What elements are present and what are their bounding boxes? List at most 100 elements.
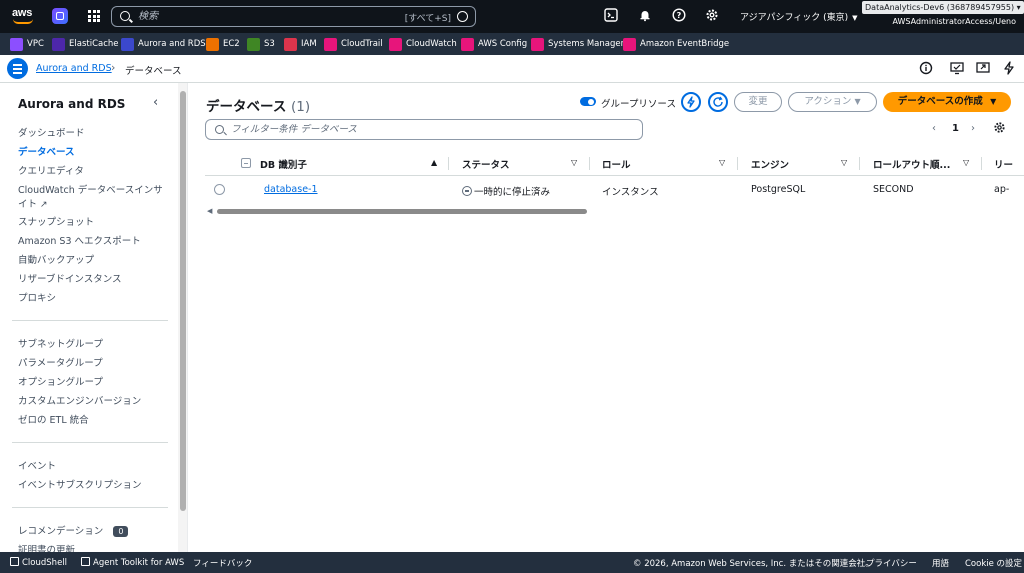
favorite-systems-manager[interactable]: Systems Manager: [531, 37, 624, 51]
scroll-left-icon[interactable]: ◀: [207, 207, 212, 215]
sidebar-item-recommendations[interactable]: レコメンデーション 0: [18, 523, 129, 537]
sidebar-item-snapshots[interactable]: スナップショット: [18, 214, 94, 228]
lightning-icon[interactable]: [1002, 61, 1016, 75]
db-identifier-link[interactable]: database-1: [264, 184, 318, 195]
horizontal-scroll-thumb[interactable]: [217, 209, 587, 214]
monitor-icon[interactable]: [950, 61, 964, 75]
sidebar-item-parameter-groups[interactable]: パラメータグループ: [18, 355, 103, 369]
amazon-q-icon[interactable]: [52, 8, 68, 24]
favorite-vpc[interactable]: VPC: [10, 37, 44, 51]
region-selector[interactable]: アジアパシフィック (東京) ▼: [740, 10, 858, 23]
cloudshell-footer-button[interactable]: CloudShell: [10, 557, 67, 568]
agent-toolkit-button[interactable]: Agent Toolkit for AWS: [81, 557, 184, 568]
sidebar-item-dashboard[interactable]: ダッシュボード: [18, 125, 85, 139]
cookie-settings-link[interactable]: Cookie の設定: [965, 557, 1022, 569]
favorite-eventbridge[interactable]: Amazon EventBridge: [623, 37, 729, 51]
favorite-elasticache[interactable]: ElastiCache: [52, 37, 119, 51]
favorite-cloudwatch[interactable]: CloudWatch: [389, 37, 457, 51]
vpc-icon: [10, 37, 23, 51]
aws-logo[interactable]: aws: [12, 7, 34, 25]
eventbridge-icon: [623, 37, 636, 51]
cloudshell-icon[interactable]: [603, 8, 619, 24]
sidebar-scrollbar[interactable]: [178, 83, 187, 552]
column-header-role[interactable]: ロール: [602, 157, 631, 171]
sidebar-item-zero-etl[interactable]: ゼロの ETL 統合: [18, 412, 89, 426]
side-nav-toggle[interactable]: [7, 58, 28, 79]
services-grid-icon[interactable]: [88, 10, 100, 22]
actions-button[interactable]: アクション ▼: [788, 92, 877, 112]
feedback-link[interactable]: フィードバック: [193, 557, 252, 569]
lightning-action-button[interactable]: [681, 92, 701, 112]
breadcrumb-bar: Aurora and RDS › データベース: [0, 55, 1024, 83]
terms-link[interactable]: 用語: [932, 557, 949, 569]
prev-page-icon[interactable]: ‹: [932, 123, 936, 134]
refresh-button[interactable]: [708, 92, 728, 112]
create-database-button[interactable]: データベースの作成 ▼: [883, 92, 1011, 112]
favorite-aws-config[interactable]: AWS Config: [461, 37, 527, 51]
group-resources-label: グループリソース: [601, 99, 676, 110]
column-divider[interactable]: [448, 157, 449, 170]
sort-ascending-icon[interactable]: ▲: [431, 158, 437, 167]
column-divider[interactable]: [859, 157, 860, 170]
status-text: 一時的に停止済み: [474, 187, 551, 198]
sidebar-item-reserved-instances[interactable]: リザーブドインスタンス: [18, 271, 122, 285]
column-header-region[interactable]: リー: [994, 157, 1013, 171]
next-page-icon[interactable]: ›: [971, 123, 975, 134]
sidebar-item-automated-backups[interactable]: 自動バックアップ: [18, 252, 94, 266]
favorite-aurora-rds[interactable]: Aurora and RDS: [121, 37, 206, 51]
filter-input[interactable]: [231, 123, 631, 136]
column-divider[interactable]: [737, 157, 738, 170]
page-title: データベース (1): [206, 95, 310, 115]
sidebar-item-query-editor[interactable]: クエリエディタ: [18, 163, 84, 177]
favorite-s3[interactable]: S3: [247, 37, 275, 51]
bell-icon[interactable]: [637, 8, 653, 24]
table-settings-icon[interactable]: [993, 121, 1007, 135]
info-icon[interactable]: [919, 61, 933, 75]
sort-icon[interactable]: ▽: [841, 158, 847, 167]
sidebar-item-proxies[interactable]: プロキシ: [18, 290, 56, 304]
account-menu[interactable]: DataAnalytics-Dev6 (368789457955) ▾: [862, 1, 1024, 14]
select-all-checkbox[interactable]: [241, 158, 251, 168]
favorite-iam[interactable]: IAM: [284, 37, 317, 51]
sidebar-item-databases[interactable]: データベース: [18, 144, 75, 158]
privacy-link[interactable]: プライバシー: [866, 557, 917, 569]
sidebar-item-cloudwatch-insights-cont[interactable]: イト ↗: [18, 196, 48, 210]
table-row[interactable]: database-1 一時的に停止済み インスタンス PostgreSQL SE…: [205, 176, 1024, 203]
settings-icon[interactable]: [704, 8, 720, 24]
column-header-db-id[interactable]: DB 識別子: [260, 157, 307, 171]
column-header-engine[interactable]: エンジン: [751, 157, 789, 171]
page-number[interactable]: 1: [952, 123, 959, 134]
sidebar-scroll-thumb[interactable]: [180, 91, 186, 511]
column-divider[interactable]: [981, 157, 982, 170]
sidebar-item-event-subscriptions[interactable]: イベントサブスクリプション: [18, 477, 142, 491]
search-clear-icon[interactable]: [457, 11, 468, 22]
sort-icon[interactable]: ▽: [963, 158, 969, 167]
sidebar-item-custom-engine-versions[interactable]: カスタムエンジンバージョン: [18, 393, 141, 407]
modify-button[interactable]: 変更: [734, 92, 782, 112]
filter-box[interactable]: [205, 119, 643, 140]
side-nav-title[interactable]: Aurora and RDS: [18, 97, 125, 111]
favorite-cloudtrail[interactable]: CloudTrail: [324, 37, 383, 51]
column-header-status[interactable]: ステータス: [462, 157, 510, 171]
global-search[interactable]: [すべて+S]: [111, 6, 476, 27]
help-icon[interactable]: ?: [671, 8, 687, 24]
sort-icon[interactable]: ▽: [719, 158, 725, 167]
sidebar-item-events[interactable]: イベント: [18, 458, 56, 472]
favorite-ec2[interactable]: EC2: [206, 37, 240, 51]
sort-icon[interactable]: ▽: [571, 158, 577, 167]
table-horizontal-scrollbar[interactable]: ◀: [205, 207, 591, 215]
sidebar-item-cloudwatch-insights[interactable]: CloudWatch データベースインサ: [18, 182, 163, 196]
group-resources-toggle[interactable]: [580, 97, 596, 106]
search-input[interactable]: [138, 9, 408, 24]
sidebar-item-subnet-groups[interactable]: サブネットグループ: [18, 336, 103, 350]
column-divider[interactable]: [589, 157, 590, 170]
side-nav-close-icon[interactable]: ‹: [153, 95, 158, 110]
column-header-rollout[interactable]: ロールアウト順...: [873, 157, 950, 171]
row-select-radio[interactable]: [214, 184, 225, 195]
screen-share-icon[interactable]: [976, 61, 990, 75]
sidebar-item-option-groups[interactable]: オプショングループ: [18, 374, 103, 388]
actions-label: アクション: [804, 96, 852, 107]
sidebar-item-certificate-update[interactable]: 証明書の更新: [18, 542, 75, 552]
sidebar-item-s3-export[interactable]: Amazon S3 へエクスポート: [18, 233, 141, 247]
breadcrumb-parent[interactable]: Aurora and RDS: [36, 63, 112, 74]
